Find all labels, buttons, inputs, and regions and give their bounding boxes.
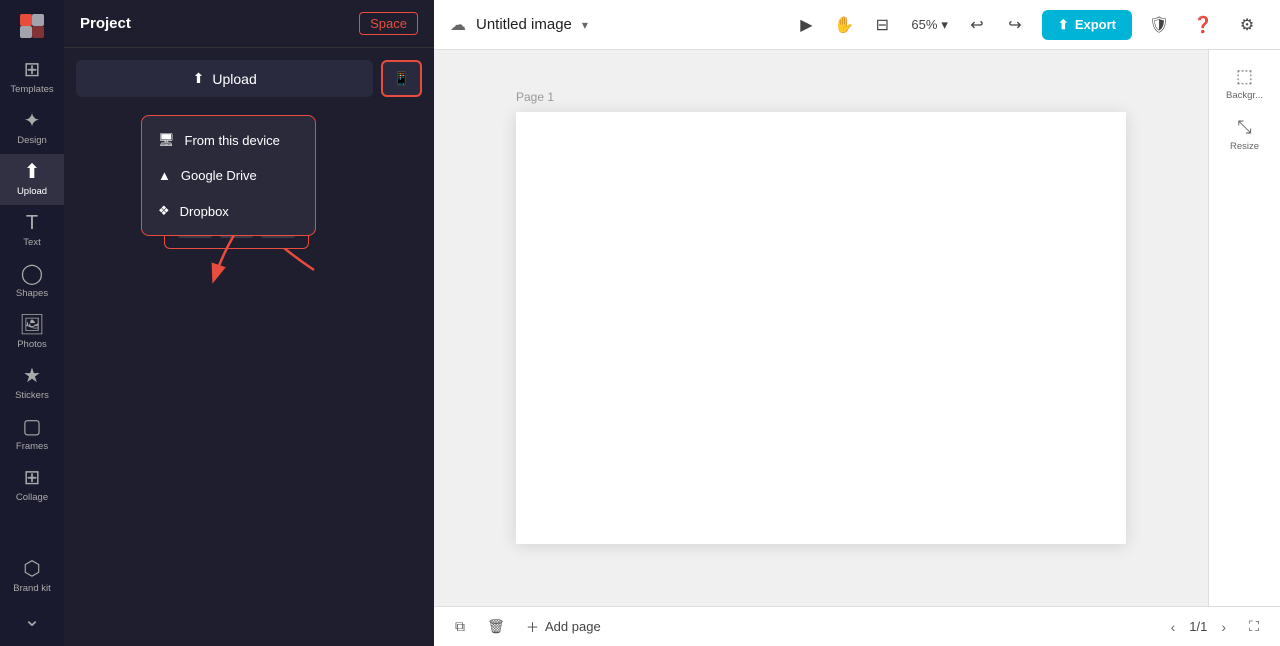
templates-icon: ⊞ [24,60,41,80]
canvas-container: Page 1 ⬚ Backgr... ⤡ Resize [434,50,1280,606]
app-logo[interactable] [14,8,50,44]
resize-panel-item[interactable]: ⤡ Resize [1213,109,1277,160]
upload-section: ⬆ Upload 📱 [64,48,434,109]
toolbar-tools: ▶ ✋ ⊟ 65% ▾ ↩ ↪ [789,8,1032,42]
sidebar-item-upload[interactable]: ⬆ Upload [0,154,64,205]
layout-btn[interactable]: ⊟ [865,8,899,42]
mobile-icon: 📱 [393,71,410,87]
export-button[interactable]: ⬆ Export [1042,10,1132,40]
add-page-button[interactable]: ＋ Add page [518,613,609,640]
title-dropdown-btn[interactable]: ▾ [582,18,588,32]
next-page-btn[interactable]: › [1215,617,1232,637]
stickers-icon: ★ [23,366,41,386]
sidebar-item-collage[interactable]: ⊞ Collage [0,460,64,511]
sidebar-item-brand[interactable]: ⬡ Brand kit [0,551,64,602]
sidebar-item-shapes[interactable]: ◯ Shapes [0,256,64,307]
zoom-chevron: ▾ [941,17,948,33]
copy-page-btn[interactable]: ⧉ [446,613,474,641]
document-title[interactable]: Untitled image [476,16,572,33]
mobile-button[interactable]: 📱 [381,60,422,97]
background-panel-item[interactable]: ⬚ Backgr... [1213,58,1277,109]
upload-icon: ⬆ [24,162,41,182]
device-icon: 🖥 [158,132,175,148]
page-indicator: 1/1 [1189,619,1207,634]
expand-btn[interactable]: ⛶ [1240,613,1268,641]
undo-btn[interactable]: ↩ [960,8,994,42]
brand-icon: ⬡ [23,559,40,579]
sidebar-item-photos[interactable]: 🖼 Photos [0,307,64,358]
sidebar-item-text[interactable]: T Text [0,205,64,256]
sidebar-item-stickers[interactable]: ★ Stickers [0,358,64,409]
google-drive-option[interactable]: ▲ Google Drive [142,158,315,193]
settings-icon-btn[interactable]: ⚙ [1230,8,1264,42]
page-label: Page 1 [516,90,554,104]
google-drive-icon: ▲ [158,168,171,183]
space-button[interactable]: Space [359,12,418,35]
chevron-down-icon: ⌄ [24,610,41,630]
zoom-control[interactable]: 65% ▾ [903,13,956,37]
zoom-value: 65% [911,17,937,32]
page-navigation: ‹ 1/1 › [1165,617,1232,637]
dropbox-icon: ❖ [158,203,170,219]
background-icon: ⬚ [1236,66,1253,87]
canvas-page-wrapper: Page 1 [516,112,1126,544]
bottom-bar: ⧉ 🗑 ＋ Add page ‹ 1/1 › ⛶ [434,606,1280,646]
doc-cloud-icon: ☁ [450,15,466,35]
text-icon: T [26,213,38,233]
shapes-icon: ◯ [21,264,43,284]
top-bar: ☁ Untitled image ▾ ▶ ✋ ⊟ 65% ▾ ↩ ↪ ⬆ Exp… [434,0,1280,50]
icon-rail: ⊞ Templates ✦ Design ⬆ Upload T Text ◯ S… [0,0,64,646]
panel-header: Project Space [64,0,434,48]
canvas-area[interactable]: Page 1 [434,50,1208,606]
design-icon: ✦ [24,111,41,131]
hand-tool-btn[interactable]: ✋ [827,8,861,42]
left-panel: Project Space ⬆ Upload 📱 🖥 From this dev… [64,0,434,646]
shield-icon-btn[interactable]: 🛡 [1142,8,1176,42]
sidebar-item-design[interactable]: ✦ Design [0,103,64,154]
upload-cloud-icon: ⬆ [193,70,205,87]
resize-icon: ⤡ [1237,117,1251,138]
canvas-page[interactable] [516,112,1126,544]
from-device-option[interactable]: 🖥 From this device [142,122,315,158]
panel-title: Project [80,15,131,32]
upload-dropdown: 🖥 From this device ▲ Google Drive ❖ Drop… [141,115,316,236]
dropbox-option[interactable]: ❖ Dropbox [142,193,315,229]
sidebar-item-frames[interactable]: ▢ Frames [0,409,64,460]
select-tool-btn[interactable]: ▶ [789,8,823,42]
redo-btn[interactable]: ↪ [998,8,1032,42]
upload-button[interactable]: ⬆ Upload [76,60,373,97]
right-panel: ⬚ Backgr... ⤡ Resize [1208,50,1280,606]
photos-icon: 🖼 [19,315,44,335]
frames-icon: ▢ [23,417,42,437]
add-page-icon: ＋ [526,617,539,636]
export-icon: ⬆ [1058,17,1069,33]
main-content: ☁ Untitled image ▾ ▶ ✋ ⊟ 65% ▾ ↩ ↪ ⬆ Exp… [434,0,1280,646]
delete-page-btn[interactable]: 🗑 [482,613,510,641]
prev-page-btn[interactable]: ‹ [1165,617,1182,637]
help-icon-btn[interactable]: ❓ [1186,8,1220,42]
sidebar-item-templates[interactable]: ⊞ Templates [0,52,64,103]
collage-icon: ⊞ [24,468,41,488]
sidebar-item-collapse[interactable]: ⌄ [0,602,64,638]
